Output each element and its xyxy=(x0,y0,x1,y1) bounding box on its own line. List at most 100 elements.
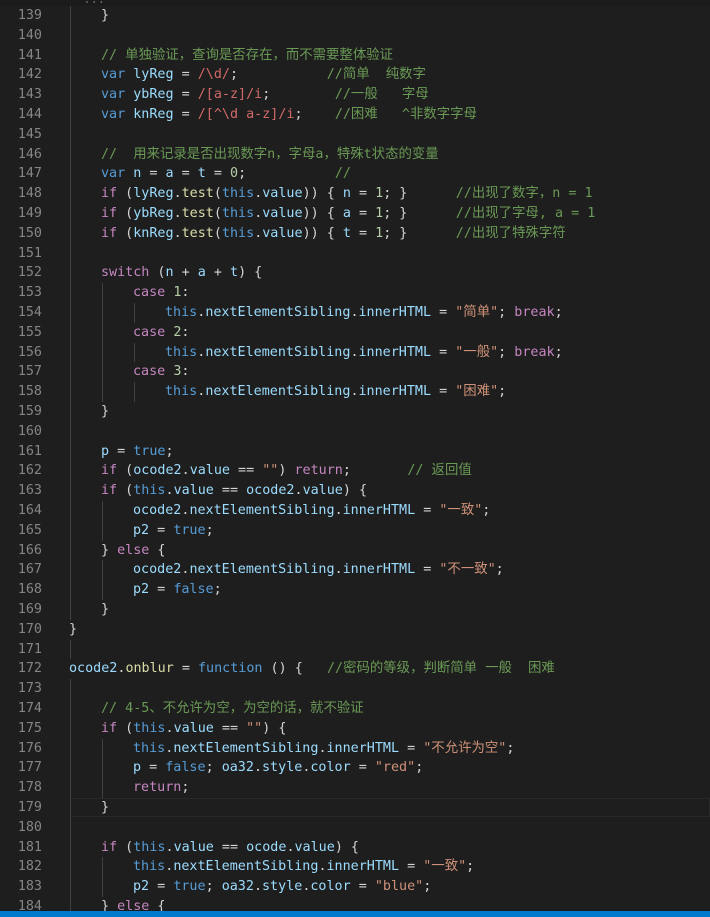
code-text[interactable]: } xyxy=(101,600,109,620)
code-text[interactable]: if (this.value == ocode.value) { xyxy=(101,838,359,858)
code-line[interactable]: 162 if (ocode2.value == "") return; // 返回… xyxy=(0,461,710,482)
code-line[interactable]: 145 xyxy=(0,124,710,145)
code-text[interactable]: p = true; xyxy=(101,442,174,462)
code-line[interactable]: 157 case 3: xyxy=(0,362,710,383)
code-line[interactable]: 167 ocode2.nextElementSibling.innerHTML =… xyxy=(0,560,710,581)
code-text[interactable]: p = false; oa32.style.color = "red"; xyxy=(133,758,423,778)
code-text[interactable]: switch (n + a + t) { xyxy=(101,263,262,283)
code-token: this xyxy=(133,483,166,499)
code-line[interactable]: 151 xyxy=(0,243,710,264)
code-text[interactable]: ocode2.nextElementSibling.innerHTML = "不… xyxy=(133,560,504,580)
indent-guide xyxy=(70,421,71,442)
status-bar[interactable] xyxy=(0,911,710,917)
code-text[interactable]: ocode2.onblur = function () { //密码的等级，判断… xyxy=(69,659,555,679)
code-text[interactable]: ocode2.nextElementSibling.innerHTML = "一… xyxy=(133,501,490,521)
code-token: case xyxy=(133,324,166,340)
code-line[interactable]: 153 case 1: xyxy=(0,283,710,303)
code-line[interactable]: 179} xyxy=(0,798,710,818)
code-line[interactable]: 147 var n = a = t = 0; // xyxy=(0,164,710,185)
code-line[interactable]: 183 p2 = true; oa32.style.color = "blue"; xyxy=(0,877,710,897)
code-line[interactable]: 168 p2 = false; xyxy=(0,580,710,600)
code-text[interactable]: } xyxy=(101,6,109,26)
code-editor[interactable]: 139} 140 141// 单独验证，查询是否存在，而不需要整体验证 142 var … xyxy=(0,6,710,917)
code-text[interactable]: p2 = true; oa32.style.color = "blue"; xyxy=(133,877,431,897)
code-line[interactable]: 164 ocode2.nextElementSibling.innerHTML =… xyxy=(0,501,710,521)
code-line[interactable]: 152 switch (n + a + t) { xyxy=(0,263,710,284)
code-line[interactable]: 161 p = true; xyxy=(0,441,710,462)
line-number: 165 xyxy=(17,522,42,538)
code-text[interactable]: this.nextElementSibling.innerHTML = "一般"… xyxy=(165,343,563,363)
code-line[interactable]: 172 ocode2.onblur = function () { //密码的等级… xyxy=(0,659,710,679)
code-text[interactable]: p2 = false; xyxy=(133,580,222,600)
code-line[interactable]: 144 var knReg = /[^\d a-z]/i; //困难 ^非数字字母 xyxy=(0,105,710,125)
code-line[interactable]: 177 p = false; oa32.style.color = "red"; xyxy=(0,758,710,779)
code-text[interactable]: if (lyReg.test(this.value)) { n = 1; } /… xyxy=(101,184,593,204)
code-token: nextElementSibling xyxy=(205,384,351,400)
code-text[interactable]: var ybReg = /[a-z]/i; //一般 字母 xyxy=(101,85,429,105)
code-line[interactable]: 148 if (lyReg.test(this.value)) { n = 1; … xyxy=(0,184,710,204)
code-text[interactable]: this.nextElementSibling.innerHTML = "简单"… xyxy=(165,303,563,323)
code-line[interactable]: 178 return; xyxy=(0,778,710,798)
indent-guide xyxy=(70,441,71,462)
code-line[interactable]: 141 // 单独验证，查询是否存在，而不需要整体验证 xyxy=(0,45,710,66)
code-text[interactable]: var knReg = /[^\d a-z]/i; //困难 ^非数字字母 xyxy=(101,105,477,125)
code-line[interactable]: 155 case 2: xyxy=(0,322,710,343)
code-line[interactable]: 170} xyxy=(0,620,710,640)
code-text[interactable]: } else { xyxy=(101,541,166,561)
code-token: value xyxy=(302,483,343,499)
indent-guide xyxy=(70,263,71,284)
code-line[interactable]: 139} xyxy=(0,6,710,26)
code-text[interactable]: } xyxy=(69,620,77,640)
code-text[interactable]: // 单独验证，查询是否存在，而不需要整体验证 xyxy=(101,46,393,66)
code-line[interactable]: 166} else { xyxy=(0,540,710,561)
code-text[interactable]: this.nextElementSibling.innerHTML = "一致"… xyxy=(133,857,474,877)
code-line[interactable]: 149 if (ybReg.test(this.value)) { a = 1; … xyxy=(0,204,710,224)
code-line[interactable]: 160 xyxy=(0,421,710,442)
code-line[interactable]: 175 if (this.value == "") { xyxy=(0,718,710,739)
code-token: t xyxy=(197,166,206,182)
code-line[interactable]: 182 this.nextElementSibling.innerHTML = "… xyxy=(0,857,710,878)
code-text[interactable]: if (knReg.test(this.value)) { t = 1; } /… xyxy=(101,224,566,244)
code-line[interactable]: 169} xyxy=(0,600,710,620)
code-line[interactable]: 159} xyxy=(0,402,710,422)
code-line[interactable]: 165 p2 = true; xyxy=(0,520,710,541)
code-line[interactable]: 181 if (this.value == ocode.value) { xyxy=(0,837,710,858)
code-line[interactable]: 140 xyxy=(0,25,710,46)
code-text[interactable]: if (ocode2.value == "") return; // 返回值 xyxy=(101,461,472,481)
code-text[interactable]: return; xyxy=(133,778,189,798)
code-line[interactable]: 171 xyxy=(0,639,710,660)
code-line[interactable]: 174 // 4-5、不允许为空，为空的话，就不验证 xyxy=(0,699,710,719)
code-text[interactable]: var lyReg = /\d/; //简单 纯数字 xyxy=(101,65,426,85)
indent-guide xyxy=(102,382,103,402)
indent-guide xyxy=(70,877,71,897)
code-text[interactable]: // 4-5、不允许为空，为空的话，就不验证 xyxy=(101,699,364,719)
code-text[interactable]: if (this.value == "") { xyxy=(101,719,286,739)
code-text[interactable]: } xyxy=(101,798,109,818)
code-line[interactable]: 173 xyxy=(0,679,710,699)
code-text[interactable]: } xyxy=(101,402,109,422)
code-line[interactable]: 180 xyxy=(0,817,710,838)
code-token: innerHTML xyxy=(358,305,432,320)
code-line[interactable]: 176 this.nextElementSibling.innerHTML = "… xyxy=(0,738,710,759)
code-text[interactable]: if (ybReg.test(this.value)) { a = 1; } /… xyxy=(101,204,595,224)
code-line[interactable]: 158 this.nextElementSibling.innerHTML = "… xyxy=(0,382,710,402)
code-text[interactable]: this.nextElementSibling.innerHTML = "不允许… xyxy=(133,739,514,759)
code-line[interactable]: 156 this.nextElementSibling.innerHTML = "… xyxy=(0,342,710,363)
code-line[interactable]: 154 this.nextElementSibling.innerHTML = "… xyxy=(0,303,710,323)
code-text[interactable]: p2 = true; xyxy=(133,521,214,541)
code-text[interactable]: var n = a = t = 0; // xyxy=(101,164,351,184)
code-text[interactable]: // 用来记录是否出现数字n，字母a，特殊t状态的变量 xyxy=(101,145,439,165)
code-text[interactable]: this.nextElementSibling.innerHTML = "困难"… xyxy=(165,382,506,402)
code-line[interactable]: 143 var ybReg = /[a-z]/i; //一般 字母 xyxy=(0,85,710,105)
code-text[interactable]: case 3: xyxy=(133,362,189,382)
code-token: value xyxy=(173,483,214,499)
code-line[interactable]: 142 var lyReg = /\d/; //简单 纯数字 xyxy=(0,65,710,86)
code-line[interactable]: 163 if (this.value == ocode2.value) { xyxy=(0,481,710,501)
code-text[interactable]: case 1: xyxy=(133,283,189,303)
code-text[interactable]: case 2: xyxy=(133,323,189,343)
code-token: } xyxy=(101,8,110,23)
code-text[interactable]: if (this.value == ocode2.value) { xyxy=(101,481,367,501)
code-line[interactable]: 150 if (knReg.test(this.value)) { t = 1; … xyxy=(0,223,710,244)
indent-guide xyxy=(70,857,71,878)
code-line[interactable]: 146 // 用来记录是否出现数字n，字母a，特殊t状态的变量 xyxy=(0,144,710,165)
